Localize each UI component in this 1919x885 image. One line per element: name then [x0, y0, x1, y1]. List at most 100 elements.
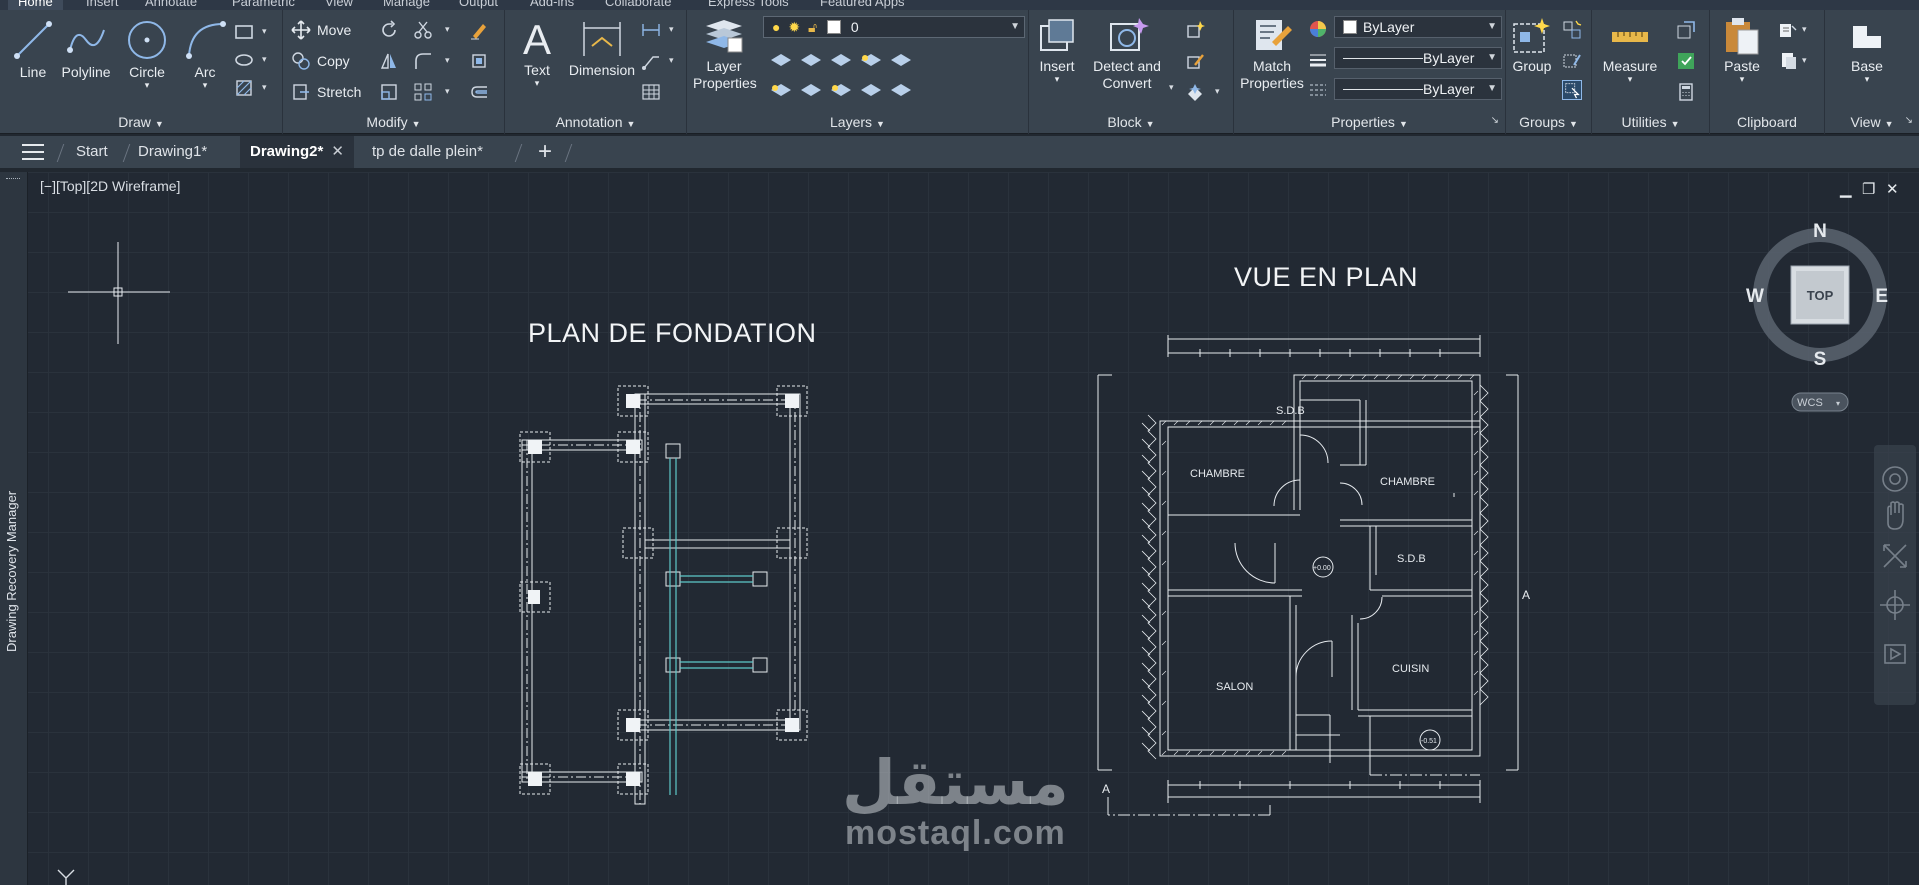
viewport-close-icon[interactable]: ✕ [1886, 180, 1899, 198]
hatch-dropdown-icon[interactable]: ▾ [262, 82, 267, 93]
erase-icon[interactable] [469, 20, 489, 40]
lineweight-icon[interactable] [1308, 50, 1328, 70]
linear-dimension-icon[interactable] [641, 20, 661, 40]
annotation-panel-title[interactable]: Annotation ▼ [505, 112, 686, 132]
tab-tp-de-dalle-plein[interactable]: tp de dalle plein* [362, 136, 493, 168]
table-icon[interactable] [641, 82, 661, 102]
compass-north-label[interactable]: N [1813, 221, 1827, 242]
dimension-button[interactable]: Dimension [563, 16, 641, 79]
copy-button[interactable]: Copy [291, 51, 350, 71]
utilities-panel-title[interactable]: Utilities ▼ [1592, 112, 1709, 132]
color-dropdown[interactable]: ByLayer ▼ [1334, 16, 1502, 38]
calculator-icon[interactable] [1676, 82, 1696, 102]
viewport-minimize-icon[interactable]: ▁ [1840, 180, 1852, 198]
menu-tab-insert[interactable]: Insert [86, 0, 119, 9]
base-button[interactable]: Base ▾ [1839, 16, 1895, 84]
polyline-button[interactable]: Polyline [58, 18, 114, 81]
clipboard-panel-title[interactable]: Clipboard [1710, 112, 1824, 132]
line-button[interactable]: Line [8, 18, 58, 81]
menu-tab-home[interactable]: Home [8, 0, 63, 10]
tab-drawing2[interactable]: Drawing2* ✕ [240, 136, 354, 168]
color-wheel-icon[interactable] [1308, 19, 1328, 39]
panel-grip-icon[interactable] [6, 178, 20, 181]
array-dropdown-icon[interactable]: ▾ [445, 86, 450, 97]
detect-convert-button[interactable]: Detect and Convert [1085, 16, 1169, 92]
scale-icon[interactable] [379, 82, 399, 102]
edit-block-icon[interactable] [1185, 51, 1205, 71]
layer-tool-icons[interactable] [767, 48, 917, 104]
trim-dropdown-icon[interactable]: ▾ [445, 24, 450, 35]
drawing-recovery-manager-panel[interactable]: Drawing Recovery Manager [0, 172, 28, 885]
paste-button[interactable]: Paste ▾ [1716, 16, 1768, 84]
mirror-icon[interactable] [379, 51, 399, 71]
rectangle-dropdown-icon[interactable]: ▾ [262, 26, 267, 37]
layer-properties-button[interactable]: Layer Properties [693, 16, 757, 92]
menu-tab-featured-apps[interactable]: Featured Apps [820, 0, 905, 9]
copy-clip-icon[interactable] [1778, 20, 1798, 40]
linetype-icon[interactable] [1308, 80, 1328, 100]
showmotion-icon[interactable] [1884, 644, 1906, 664]
lineweight-dropdown[interactable]: ByLayer ▼ [1334, 47, 1502, 69]
move-button[interactable]: Move [291, 20, 351, 40]
groups-panel-title[interactable]: Groups ▼ [1506, 112, 1591, 132]
quick-select-icon[interactable] [1676, 20, 1696, 40]
arc-button[interactable]: Arc ▾ [180, 18, 230, 90]
linetype-dropdown[interactable]: ByLayer ▼ [1334, 78, 1502, 100]
ellipse-dropdown-icon[interactable]: ▾ [262, 54, 267, 65]
compass-east-label[interactable]: E [1875, 286, 1888, 307]
zoom-extents-icon[interactable] [1883, 544, 1907, 568]
properties-launcher-icon[interactable]: ↘ [1491, 115, 1499, 126]
text-button[interactable]: A Text ▾ [513, 16, 561, 88]
viewport-controls-label[interactable]: [−][Top][2D Wireframe] [40, 178, 180, 194]
rotate-icon[interactable] [379, 20, 399, 40]
copy-clip-dropdown-icon[interactable]: ▾ [1802, 24, 1807, 35]
menu-tab-express-tools[interactable]: Express Tools [708, 0, 789, 9]
layer-dropdown[interactable]: ● ✹ 🔓︎ 0 ▼ [763, 16, 1025, 38]
ellipse-icon[interactable] [234, 50, 254, 70]
menu-tab-view[interactable]: View [325, 0, 353, 9]
circle-button[interactable]: Circle ▾ [122, 18, 172, 90]
cut-dropdown-icon[interactable]: ▾ [1802, 55, 1807, 66]
fillet-dropdown-icon[interactable]: ▾ [445, 55, 450, 66]
compass-west-label[interactable]: W [1746, 286, 1764, 307]
compass-south-label[interactable]: S [1814, 349, 1827, 370]
properties-panel-title[interactable]: Properties ▼ [1234, 112, 1505, 132]
hatch-icon[interactable] [234, 78, 254, 98]
menu-tab-annotate[interactable]: Annotate [145, 0, 197, 9]
select-all-icon[interactable] [1676, 51, 1696, 71]
modify-panel-title[interactable]: Modify ▼ [283, 112, 504, 132]
ungroup-icon[interactable] [1562, 20, 1582, 40]
explode-icon[interactable] [469, 51, 489, 71]
offset-icon[interactable] [469, 82, 489, 102]
group-edit-icon[interactable] [1562, 51, 1582, 71]
menu-tab-collaborate[interactable]: Collaborate [605, 0, 672, 9]
tab-start[interactable]: Start [66, 136, 118, 168]
hamburger-menu-icon[interactable] [22, 144, 44, 160]
leader-dropdown-icon[interactable]: ▾ [669, 55, 674, 66]
circle-label[interactable]: Circle [129, 64, 165, 80]
steering-wheel-icon[interactable] [1882, 466, 1908, 492]
fillet-icon[interactable] [413, 51, 433, 71]
tab-drawing1[interactable]: Drawing1* [128, 136, 217, 168]
detect-dropdown-icon[interactable]: ▾ [1169, 82, 1174, 93]
foundation-plan-drawing[interactable] [515, 380, 835, 805]
block-panel-title[interactable]: Block ▼ [1029, 112, 1233, 132]
layers-panel-title[interactable]: Layers ▼ [687, 112, 1028, 132]
draw-panel-title[interactable]: Draw ▼ [0, 112, 282, 132]
menu-tab-addins[interactable]: Add-ins [530, 0, 574, 9]
insert-button[interactable]: Insert ▾ [1033, 16, 1081, 84]
menu-tab-parametric[interactable]: Parametric [232, 0, 295, 9]
block-attributes-icon[interactable] [1185, 82, 1205, 102]
rectangle-icon[interactable] [234, 22, 254, 42]
cut-icon[interactable] [1778, 51, 1798, 71]
menu-tab-manage[interactable]: Manage [383, 0, 430, 9]
viewcube[interactable]: TOP N S E W WCS ▾ [1740, 215, 1890, 415]
stretch-button[interactable]: Stretch [291, 82, 361, 102]
floor-plan-drawing[interactable]: S.D.B CHAMBRE CHAMBRE S.D.B SALON CUISIN… [1090, 335, 1530, 830]
trim-icon[interactable] [413, 20, 433, 40]
view-launcher-icon[interactable]: ↘ [1905, 115, 1913, 126]
group-button[interactable]: Group [1508, 16, 1556, 75]
group-selection-icon[interactable] [1562, 80, 1582, 100]
viewport-restore-icon[interactable]: ❐ [1862, 180, 1875, 198]
match-properties-button[interactable]: Match Properties [1240, 16, 1304, 92]
